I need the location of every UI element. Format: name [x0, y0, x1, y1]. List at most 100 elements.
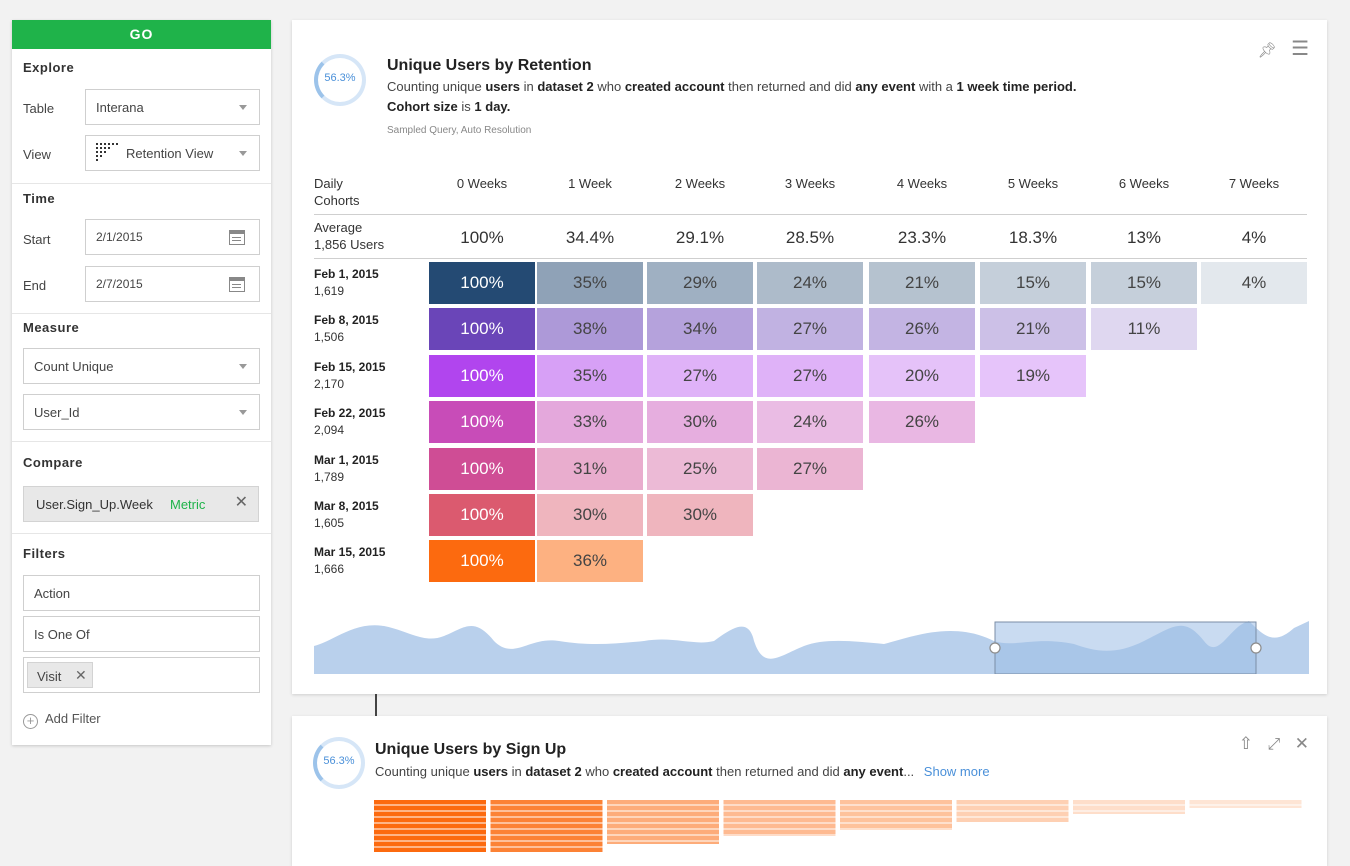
cohort-label: Feb 1, 2015 1,619: [314, 266, 379, 300]
calendar-icon[interactable]: [229, 277, 245, 292]
retention-cell[interactable]: 100%: [429, 401, 535, 444]
average-title: Average: [314, 220, 363, 235]
menu-icon[interactable]: ☰: [1291, 36, 1309, 61]
retention-cell[interactable]: 27%: [757, 447, 863, 490]
show-more-link[interactable]: Show more: [924, 764, 990, 779]
retention-cell[interactable]: 11%: [1091, 308, 1197, 351]
retention-card: 56.3% Unique Users by Retention Counting…: [292, 20, 1327, 694]
desc-text: 1 week time period.: [956, 79, 1077, 94]
average-value: 13%: [1126, 228, 1162, 247]
card-title: Unique Users by Retention: [387, 57, 592, 74]
filter-value-chip[interactable]: Visit ✕: [27, 662, 93, 688]
filter-field-input[interactable]: Action: [23, 575, 260, 611]
column-select[interactable]: User_Id: [23, 394, 260, 430]
retention-cell[interactable]: 4%: [1201, 262, 1307, 304]
compare-chip-label: User.Sign_Up.Week: [36, 497, 153, 512]
plus-circle-icon: +: [23, 714, 38, 729]
retention-cell[interactable]: 27%: [757, 308, 863, 351]
retention-cell[interactable]: 20%: [869, 354, 975, 397]
retention-cell[interactable]: 34%: [647, 308, 753, 351]
average-value: 23.3%: [897, 228, 947, 247]
filter-operator-input[interactable]: Is One Of: [23, 616, 260, 652]
retention-cell[interactable]: 27%: [647, 354, 753, 397]
retention-cell[interactable]: 15%: [980, 262, 1086, 304]
column-header: 6 Weeks: [1118, 176, 1170, 191]
retention-cell[interactable]: 25%: [647, 447, 753, 490]
close-icon[interactable]: ✕: [1295, 734, 1309, 754]
brush-handle-left[interactable]: [989, 642, 1001, 654]
cohort-count: 2,170: [314, 376, 345, 391]
measure-section: Measure Count Unique User_Id: [12, 313, 271, 441]
close-icon[interactable]: ✕: [235, 495, 248, 511]
table-select-value: Interana: [96, 100, 144, 115]
view-select[interactable]: Retention View: [85, 135, 260, 171]
filters-title: Filters: [23, 546, 66, 561]
retention-cell[interactable]: 100%: [429, 308, 535, 351]
compare-chip[interactable]: User.Sign_Up.Week Metric ✕: [23, 486, 259, 522]
time-range-brush[interactable]: [314, 616, 1309, 674]
retention-cell[interactable]: 100%: [429, 447, 535, 490]
aggregation-select[interactable]: Count Unique: [23, 348, 260, 384]
brush-selection[interactable]: [994, 621, 1257, 674]
cohort-count: 1,789: [314, 469, 345, 484]
calendar-icon[interactable]: [229, 230, 245, 245]
signup-bar: [1073, 800, 1185, 814]
retention-cell[interactable]: 36%: [537, 540, 643, 583]
average-value: 29.1%: [675, 228, 725, 247]
filter-values-input[interactable]: Visit ✕: [23, 657, 260, 693]
expand-icon[interactable]: ⤢: [1267, 736, 1280, 754]
retention-cell[interactable]: 21%: [980, 308, 1086, 351]
sample-ring-value: 56.3%: [323, 755, 355, 767]
desc-text: in: [508, 764, 526, 779]
retention-cell[interactable]: 35%: [537, 354, 643, 397]
table-select[interactable]: Interana: [85, 89, 260, 125]
retention-cell[interactable]: 19%: [980, 354, 1086, 397]
retention-cell[interactable]: 35%: [537, 262, 643, 304]
retention-cell[interactable]: 30%: [537, 494, 643, 536]
card-connector: [375, 694, 377, 716]
cohort-label: Feb 22, 2015 2,094: [314, 405, 385, 439]
retention-cell[interactable]: 30%: [647, 401, 753, 444]
divider: [314, 214, 1307, 215]
retention-cell[interactable]: 26%: [869, 401, 975, 444]
retention-cell[interactable]: 15%: [1091, 262, 1197, 304]
retention-cell[interactable]: 30%: [647, 494, 753, 536]
filter-operator-value: Is One Of: [34, 627, 90, 642]
retention-cell[interactable]: 24%: [757, 401, 863, 444]
close-icon[interactable]: ✕: [75, 668, 87, 682]
retention-cell[interactable]: 100%: [429, 354, 535, 397]
view-select-value: Retention View: [126, 146, 214, 161]
retention-cell[interactable]: 38%: [537, 308, 643, 351]
cohort-label: Feb 8, 2015 1,506: [314, 312, 379, 346]
retention-cell[interactable]: 26%: [869, 308, 975, 351]
retention-cell[interactable]: 21%: [869, 262, 975, 304]
pin-icon[interactable]: 📌︎: [1258, 41, 1277, 59]
add-filter-button[interactable]: + Add Filter: [23, 711, 101, 729]
share-icon[interactable]: ⇧: [1239, 734, 1253, 754]
retention-cell[interactable]: 24%: [757, 262, 863, 304]
start-date-input[interactable]: 2/1/2015: [85, 219, 260, 255]
brush-handle-right[interactable]: [1250, 642, 1262, 654]
retention-cell[interactable]: 100%: [429, 540, 535, 583]
sample-ring-value: 56.3%: [324, 72, 356, 84]
desc-text: who: [593, 79, 625, 94]
card-description: Counting unique users in dataset 2 who c…: [387, 77, 1187, 117]
column-value: User_Id: [34, 405, 80, 420]
retention-cell[interactable]: 100%: [429, 494, 535, 536]
signup-bar: [490, 800, 603, 852]
end-date-input[interactable]: 2/7/2015: [85, 266, 260, 302]
cohort-date: Feb 22, 2015: [314, 406, 386, 421]
filter-value-chip-label: Visit: [37, 669, 62, 684]
retention-cell[interactable]: 100%: [429, 262, 535, 304]
column-header: 7 Weeks: [1228, 176, 1280, 191]
retention-cell[interactable]: 29%: [647, 262, 753, 304]
retention-cell[interactable]: 31%: [537, 447, 643, 490]
retention-cell[interactable]: 27%: [757, 354, 863, 397]
query-sidebar: GO Explore Table Interana View Retention…: [12, 20, 271, 745]
retention-cell[interactable]: 33%: [537, 401, 643, 444]
column-header: 2 Weeks: [674, 176, 726, 191]
average-value: 18.3%: [1008, 228, 1058, 247]
compare-title: Compare: [23, 455, 83, 470]
cohort-date: Feb 1, 2015: [314, 267, 379, 281]
go-button[interactable]: GO: [12, 20, 271, 49]
